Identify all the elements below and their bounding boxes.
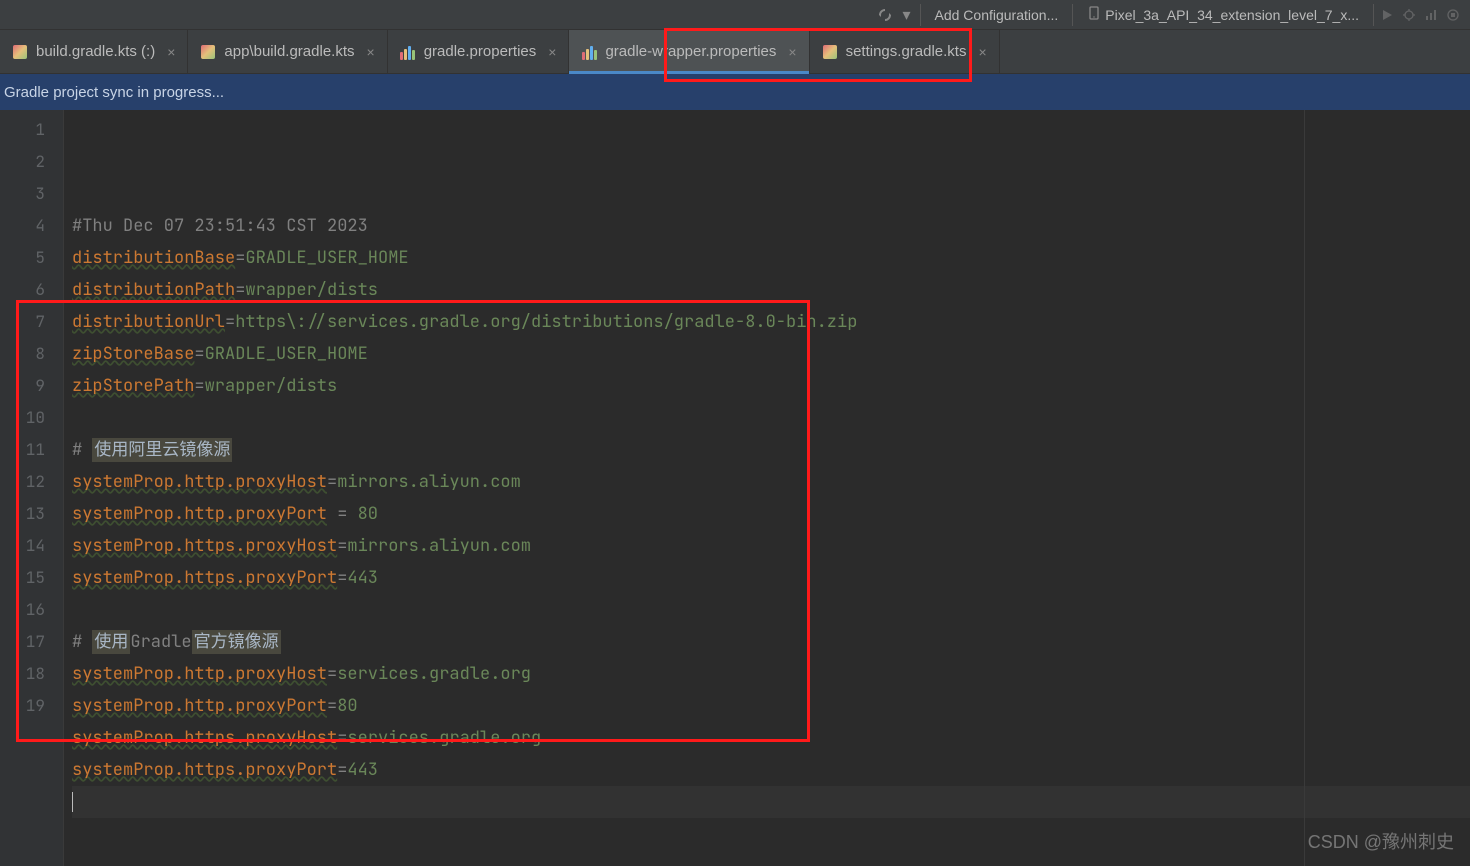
close-icon[interactable]: ×: [974, 44, 990, 60]
tab-gradle-properties[interactable]: gradle.properties ×: [388, 30, 570, 73]
watermark: CSDN @豫州刺史: [1308, 828, 1454, 854]
close-icon[interactable]: ×: [544, 44, 560, 60]
top-toolbar: ▾ Add Configuration... Pixel_3a_API_34_e…: [0, 0, 1470, 30]
gradle-icon: [12, 44, 28, 60]
code-line[interactable]: [72, 594, 1470, 626]
tab-label: gradle-wrapper.properties: [605, 43, 776, 60]
tab-label: settings.gradle.kts: [846, 43, 967, 60]
debug-icon[interactable]: [1400, 6, 1418, 24]
code-area[interactable]: #Thu Dec 07 23:51:43 CST 2023distributio…: [64, 110, 1470, 866]
sync-icon[interactable]: [876, 6, 894, 24]
code-line[interactable]: [72, 402, 1470, 434]
chevron-down-icon[interactable]: ▾: [898, 6, 916, 24]
line-number: 18: [0, 658, 45, 690]
code-line[interactable]: systemProp.http.proxyHost=services.gradl…: [72, 658, 1470, 690]
device-label: Pixel_3a_API_34_extension_level_7_x...: [1105, 7, 1359, 23]
tab-app-build-gradle[interactable]: app\build.gradle.kts ×: [188, 30, 387, 73]
close-icon[interactable]: ×: [163, 44, 179, 60]
line-number: 6: [0, 274, 45, 306]
tab-label: build.gradle.kts (:): [36, 43, 155, 60]
profile-icon[interactable]: [1422, 6, 1440, 24]
editor: 12345678910111213141516171819 #Thu Dec 0…: [0, 110, 1470, 866]
line-number: 1: [0, 114, 45, 146]
gutter: 12345678910111213141516171819: [0, 110, 64, 866]
tab-build-gradle-root[interactable]: build.gradle.kts (:) ×: [0, 30, 188, 73]
line-number: 4: [0, 210, 45, 242]
tab-label: app\build.gradle.kts: [224, 43, 354, 60]
line-number: 11: [0, 434, 45, 466]
line-number: 16: [0, 594, 45, 626]
separator: [1373, 4, 1374, 26]
properties-icon: [581, 44, 597, 60]
line-number: 14: [0, 530, 45, 562]
code-line[interactable]: # 使用Gradle官方镜像源: [72, 626, 1470, 658]
line-number: 7: [0, 306, 45, 338]
code-line[interactable]: systemProp.https.proxyPort=443: [72, 562, 1470, 594]
gradle-icon: [822, 44, 838, 60]
device-selector[interactable]: Pixel_3a_API_34_extension_level_7_x...: [1077, 3, 1369, 26]
code-line[interactable]: [72, 786, 1470, 818]
close-icon[interactable]: ×: [363, 44, 379, 60]
line-number: 10: [0, 402, 45, 434]
code-line[interactable]: systemProp.http.proxyHost=mirrors.aliyun…: [72, 466, 1470, 498]
code-line[interactable]: distributionPath=wrapper/dists: [72, 274, 1470, 306]
stop-icon[interactable]: [1444, 6, 1462, 24]
line-number: 19: [0, 690, 45, 722]
code-line[interactable]: zipStorePath=wrapper/dists: [72, 370, 1470, 402]
sync-notification: Gradle project sync in progress...: [0, 74, 1470, 110]
line-number: 3: [0, 178, 45, 210]
separator: [1072, 4, 1073, 26]
code-line[interactable]: systemProp.http.proxyPort=80: [72, 690, 1470, 722]
line-number: 17: [0, 626, 45, 658]
line-number: 9: [0, 370, 45, 402]
line-number: 5: [0, 242, 45, 274]
code-line[interactable]: distributionUrl=https\://services.gradle…: [72, 306, 1470, 338]
run-icon[interactable]: [1378, 6, 1396, 24]
line-number: 2: [0, 146, 45, 178]
tab-label: gradle.properties: [424, 43, 537, 60]
close-icon[interactable]: ×: [784, 44, 800, 60]
properties-icon: [400, 44, 416, 60]
code-line[interactable]: systemProp.https.proxyPort=443: [72, 754, 1470, 786]
editor-tabs: build.gradle.kts (:) × app\build.gradle.…: [0, 30, 1470, 74]
line-number: 13: [0, 498, 45, 530]
code-line[interactable]: systemProp.https.proxyHost=mirrors.aliyu…: [72, 530, 1470, 562]
right-margin-line: [1304, 110, 1305, 866]
gradle-icon: [200, 44, 216, 60]
tab-gradle-wrapper-properties[interactable]: gradle-wrapper.properties ×: [569, 30, 809, 73]
code-line[interactable]: zipStoreBase=GRADLE_USER_HOME: [72, 338, 1470, 370]
code-line[interactable]: systemProp.https.proxyHost=services.grad…: [72, 722, 1470, 754]
device-icon: [1087, 6, 1101, 23]
add-configuration-button[interactable]: Add Configuration...: [925, 4, 1069, 26]
code-line[interactable]: distributionBase=GRADLE_USER_HOME: [72, 242, 1470, 274]
tab-settings-gradle[interactable]: settings.gradle.kts ×: [810, 30, 1000, 73]
code-line[interactable]: # 使用阿里云镜像源: [72, 434, 1470, 466]
line-number: 8: [0, 338, 45, 370]
code-line[interactable]: systemProp.http.proxyPort = 80: [72, 498, 1470, 530]
code-line[interactable]: #Thu Dec 07 23:51:43 CST 2023: [72, 210, 1470, 242]
sync-message: Gradle project sync in progress...: [4, 84, 224, 101]
line-number: 12: [0, 466, 45, 498]
line-number: 15: [0, 562, 45, 594]
separator: [920, 4, 921, 26]
